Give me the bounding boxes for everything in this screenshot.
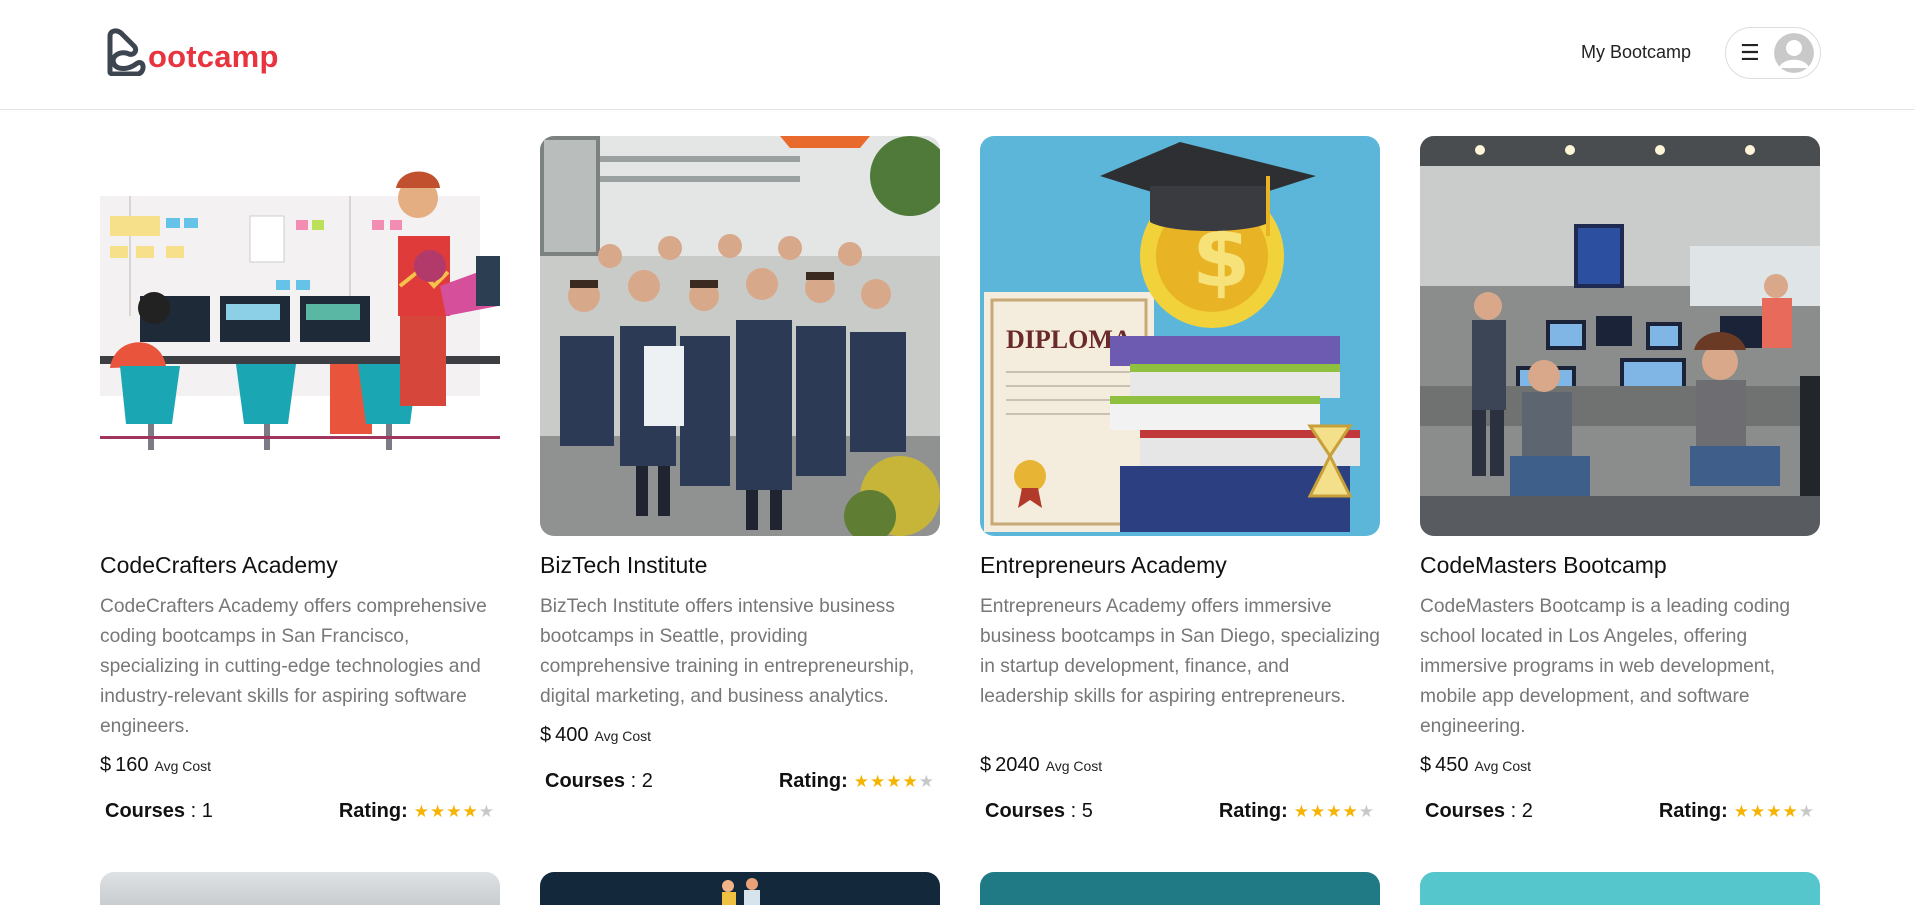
card-meta: Courses : 2 Rating: ★★★★★ — [545, 770, 935, 793]
star-filled-icon: ★ — [462, 802, 479, 821]
rating-label: Rating: — [1218, 800, 1288, 822]
courses-value: 2 — [641, 770, 653, 792]
card-meta: Courses : 5 Rating: ★★★★★ — [985, 800, 1375, 823]
star-filled-icon: ★ — [1326, 802, 1343, 821]
currency-symbol: $ — [1420, 754, 1432, 776]
rating-label: Rating: — [1658, 800, 1728, 822]
my-bootcamp-link[interactable]: My Bootcamp — [1581, 42, 1691, 63]
avg-cost-value: 400 — [555, 724, 589, 746]
rating: Rating: ★★★★★ — [339, 800, 495, 823]
avg-cost: $160 Avg Cost — [100, 754, 211, 777]
card-image[interactable] — [1420, 136, 1820, 536]
rating-stars: ★★★★★ — [854, 772, 935, 791]
avg-cost: $2040 Avg Cost — [980, 754, 1102, 777]
rating: Rating: ★★★★★ — [1219, 800, 1375, 823]
courses-count: Courses : 2 — [1425, 800, 1533, 822]
bootcamp-card-image-partial[interactable] — [980, 872, 1380, 905]
star-filled-icon: ★ — [446, 802, 463, 821]
hamburger-icon: ☰ — [1740, 40, 1760, 65]
star-filled-icon: ★ — [1293, 802, 1310, 821]
rating-stars: ★★★★★ — [1734, 802, 1815, 821]
star-filled-icon: ★ — [413, 802, 430, 821]
courses-label: Courses — [105, 800, 186, 822]
star-filled-icon: ★ — [1733, 802, 1750, 821]
courses-label: Courses — [985, 800, 1066, 822]
star-filled-icon: ★ — [886, 772, 903, 791]
courses-value: 2 — [1521, 800, 1533, 822]
card-title[interactable]: CodeCrafters Academy — [100, 552, 338, 579]
avg-cost-value: 2040 — [995, 754, 1040, 776]
top-navbar: ootcamp My Bootcamp ☰ — [0, 0, 1915, 110]
courses-count: Courses : 2 — [545, 770, 653, 792]
user-avatar-icon — [1774, 33, 1814, 73]
avg-cost-label: Avg Cost — [594, 728, 652, 744]
card-title[interactable]: BizTech Institute — [540, 552, 707, 579]
bootcamp-card[interactable]: CodeMasters Bootcamp CodeMasters Bootcam… — [1420, 136, 1820, 822]
courses-label: Courses — [1425, 800, 1506, 822]
card-image[interactable]: DIPLOMA $ — [980, 136, 1380, 536]
logo-b-icon — [107, 28, 146, 76]
rating-label: Rating: — [338, 800, 408, 822]
star-filled-icon: ★ — [853, 772, 870, 791]
currency-symbol: $ — [980, 754, 992, 776]
bootcamp-card-image-partial[interactable] — [1420, 872, 1820, 905]
card-title[interactable]: Entrepreneurs Academy — [980, 552, 1227, 579]
card-image[interactable] — [100, 136, 500, 536]
rating: Rating: ★★★★★ — [779, 770, 935, 793]
star-empty-icon: ★ — [1358, 802, 1375, 821]
courses-label: Courses — [545, 770, 626, 792]
card-meta: Courses : 1 Rating: ★★★★★ — [105, 800, 495, 823]
bootcamp-card[interactable]: DIPLOMA $ Entrepreneurs Academy Entrepre… — [980, 136, 1380, 822]
avg-cost-value: 450 — [1435, 754, 1469, 776]
brand-name: ootcamp — [148, 39, 279, 74]
card-description: BizTech Institute offers intensive busin… — [540, 596, 915, 707]
user-menu-button[interactable]: ☰ — [1725, 27, 1821, 79]
card-image[interactable] — [540, 136, 940, 536]
courses-value: 5 — [1081, 800, 1093, 822]
card-description: CodeCrafters Academy offers comprehensiv… — [100, 596, 487, 737]
courses-value: 1 — [201, 800, 213, 822]
star-empty-icon: ★ — [478, 802, 495, 821]
avg-cost-value: 160 — [115, 754, 149, 776]
star-filled-icon: ★ — [1342, 802, 1359, 821]
card-title[interactable]: CodeMasters Bootcamp — [1420, 552, 1667, 579]
bootcamp-card-image-partial[interactable] — [100, 872, 500, 905]
avg-cost-label: Avg Cost — [154, 758, 212, 774]
avg-cost-label: Avg Cost — [1474, 758, 1532, 774]
star-filled-icon: ★ — [1310, 802, 1327, 821]
rating-label: Rating: — [778, 770, 848, 792]
courses-count: Courses : 1 — [105, 800, 213, 822]
star-filled-icon: ★ — [1766, 802, 1783, 821]
courses-count: Courses : 5 — [985, 800, 1093, 822]
avg-cost: $400 Avg Cost — [540, 724, 651, 747]
star-filled-icon: ★ — [1750, 802, 1767, 821]
star-filled-icon: ★ — [1782, 802, 1799, 821]
star-empty-icon: ★ — [918, 772, 935, 791]
currency-symbol: $ — [540, 724, 552, 746]
currency-symbol: $ — [100, 754, 112, 776]
bootcamp-card[interactable]: CodeCrafters Academy CodeCrafters Academ… — [100, 136, 500, 822]
card-meta: Courses : 2 Rating: ★★★★★ — [1425, 800, 1815, 823]
card-description: Entrepreneurs Academy offers immersive b… — [980, 596, 1380, 707]
star-filled-icon: ★ — [902, 772, 919, 791]
card-description: CodeMasters Bootcamp is a leading coding… — [1420, 596, 1791, 737]
brand-logo[interactable]: ootcamp — [104, 28, 279, 76]
star-empty-icon: ★ — [1798, 802, 1815, 821]
avg-cost: $450 Avg Cost — [1420, 754, 1531, 777]
rating-stars: ★★★★★ — [414, 802, 495, 821]
star-filled-icon: ★ — [870, 772, 887, 791]
bootcamp-card-image-partial[interactable] — [540, 872, 940, 905]
rating-stars: ★★★★★ — [1294, 802, 1375, 821]
avg-cost-label: Avg Cost — [1045, 758, 1103, 774]
star-filled-icon: ★ — [430, 802, 447, 821]
rating: Rating: ★★★★★ — [1659, 800, 1815, 823]
bootcamp-card[interactable]: BizTech Institute BizTech Institute offe… — [540, 136, 940, 792]
